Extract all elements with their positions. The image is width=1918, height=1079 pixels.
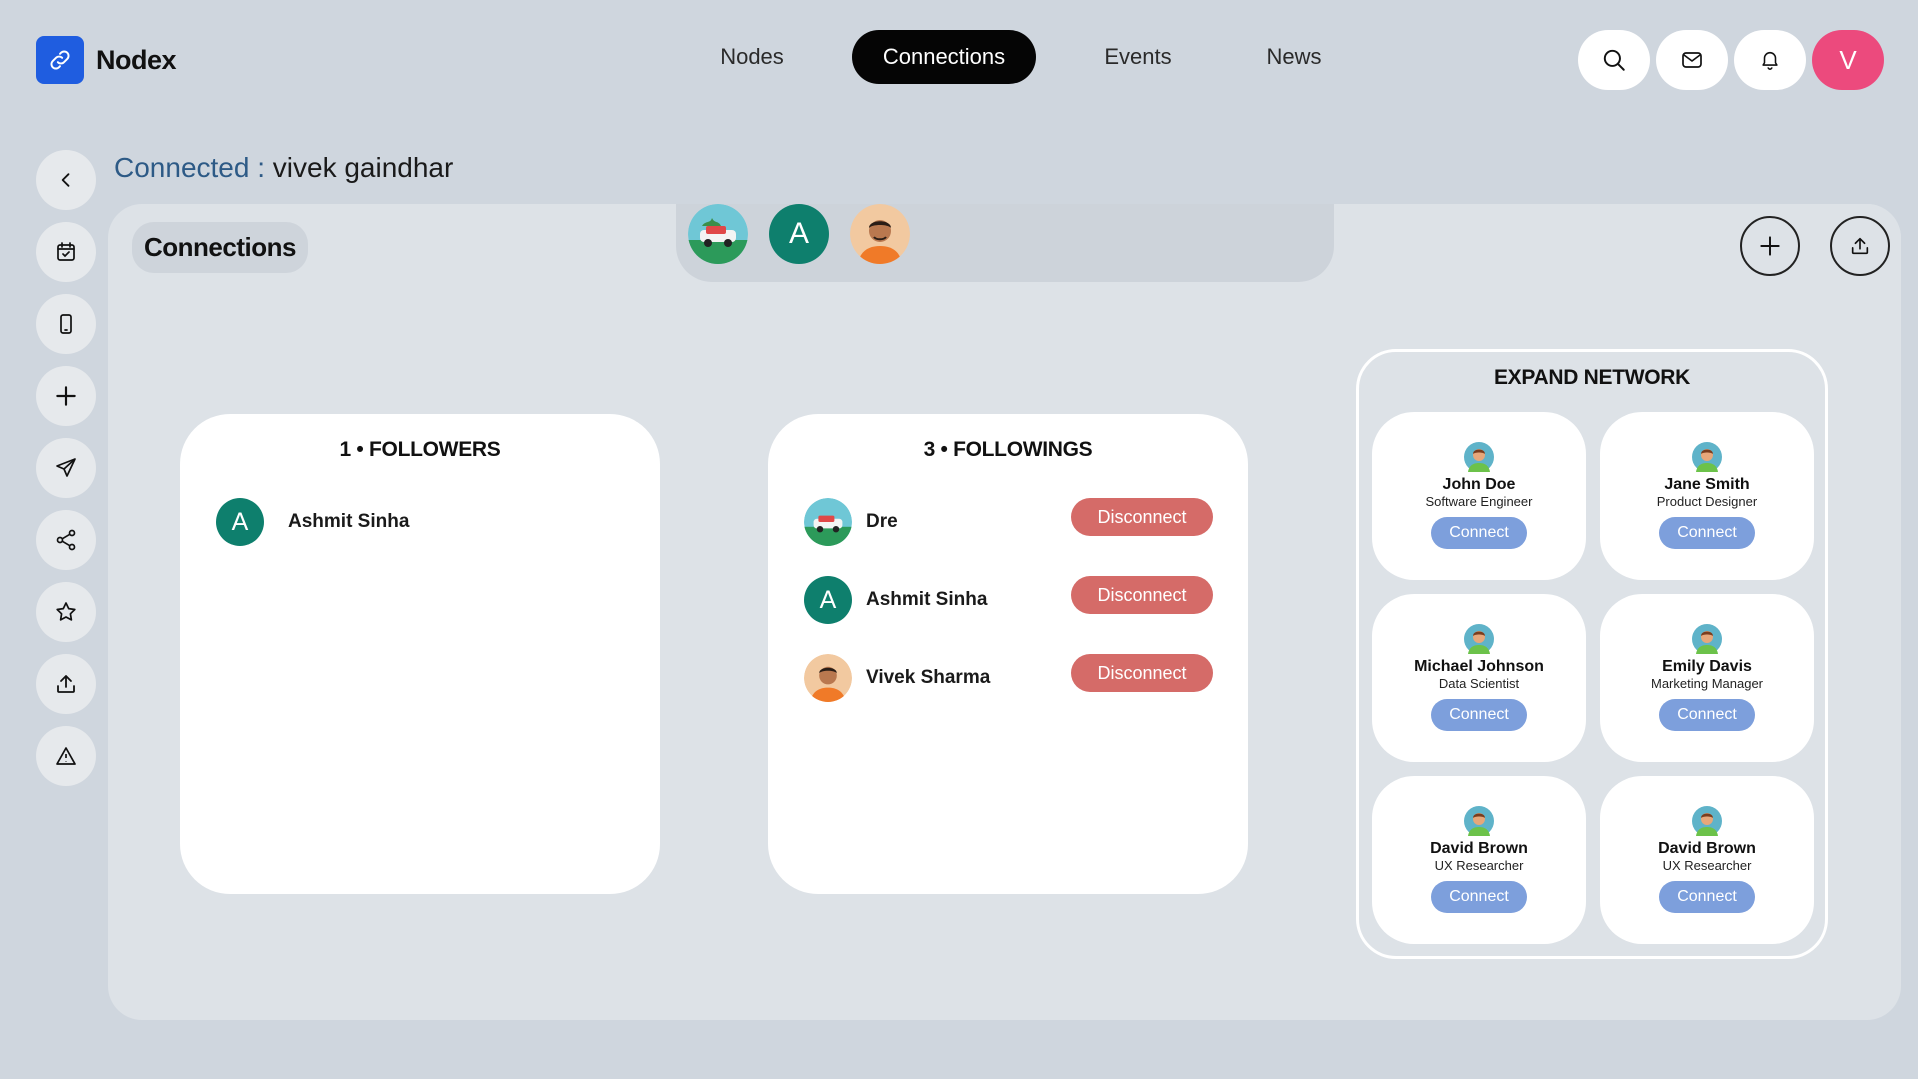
followers-card: 1 • FOLLOWERS A Ashmit Sinha bbox=[180, 414, 660, 894]
share-button[interactable] bbox=[36, 510, 96, 570]
suggestion-name: Jane Smith bbox=[1664, 476, 1750, 493]
mail-icon bbox=[1682, 52, 1702, 68]
connect-button[interactable]: Connect bbox=[1659, 881, 1755, 913]
connection-avatar-letter[interactable]: A bbox=[769, 204, 829, 264]
upload-button[interactable] bbox=[36, 654, 96, 714]
user-face-icon bbox=[1692, 442, 1722, 472]
user-face-icon bbox=[1692, 806, 1722, 836]
plus-icon bbox=[1760, 236, 1780, 256]
following-avatar-car bbox=[804, 498, 852, 546]
follower-name: Ashmit Sinha bbox=[288, 511, 410, 532]
disconnect-button[interactable]: Disconnect bbox=[1071, 576, 1213, 614]
send-icon bbox=[56, 458, 76, 477]
connection-avatar-car[interactable] bbox=[688, 204, 748, 264]
device-button[interactable] bbox=[36, 294, 96, 354]
suggestion-card: Michael Johnson Data Scientist Connect bbox=[1372, 594, 1586, 762]
suggestion-card: Emily Davis Marketing Manager Connect bbox=[1600, 594, 1814, 762]
suggestion-role: Software Engineer bbox=[1425, 494, 1533, 509]
connect-button[interactable]: Connect bbox=[1659, 517, 1755, 549]
following-name: Vivek Sharma bbox=[866, 667, 991, 688]
nav-connections[interactable]: Connections bbox=[852, 30, 1036, 84]
suggestion-card: Jane Smith Product Designer Connect bbox=[1600, 412, 1814, 580]
connect-button[interactable]: Connect bbox=[1431, 881, 1527, 913]
upload-icon bbox=[57, 675, 75, 693]
nav-nodes[interactable]: Nodes bbox=[690, 30, 814, 84]
page-title: Connected : vivek gaindhar bbox=[114, 152, 453, 184]
search-icon bbox=[1603, 49, 1625, 71]
app-name: Nodex bbox=[96, 44, 177, 75]
page-title-user: vivek gaindhar bbox=[272, 152, 454, 183]
favorite-button[interactable] bbox=[36, 582, 96, 642]
suggestion-name: John Doe bbox=[1442, 476, 1516, 493]
following-row[interactable]: Dre bbox=[804, 498, 898, 546]
followings-title: 3 • FOLLOWINGS bbox=[923, 438, 1093, 461]
following-avatar-letter: A bbox=[804, 576, 852, 624]
star-icon bbox=[56, 602, 76, 621]
nav-events[interactable]: Events bbox=[1076, 30, 1200, 84]
share-icon bbox=[56, 529, 76, 551]
followers-title: 1 • FOLLOWERS bbox=[339, 438, 501, 461]
user-face-icon bbox=[1692, 624, 1722, 654]
suggestion-role: UX Researcher bbox=[1434, 858, 1524, 873]
disconnect-button[interactable]: Disconnect bbox=[1071, 654, 1213, 692]
link-icon bbox=[36, 36, 84, 84]
following-name: Dre bbox=[866, 511, 898, 532]
app-logo[interactable]: Nodex bbox=[36, 36, 177, 84]
header-actions: V bbox=[1578, 30, 1884, 90]
follower-row[interactable]: A Ashmit Sinha bbox=[216, 498, 409, 546]
suggestion-name: Emily Davis bbox=[1662, 658, 1752, 675]
add-button[interactable] bbox=[36, 366, 96, 426]
suggestion-card: David Brown UX Researcher Connect bbox=[1372, 776, 1586, 944]
page-title-label: Connected : bbox=[114, 152, 265, 183]
calendar-button[interactable] bbox=[36, 222, 96, 282]
following-row[interactable]: A Ashmit Sinha bbox=[804, 576, 987, 624]
sidebar bbox=[36, 150, 96, 786]
following-name: Ashmit Sinha bbox=[866, 589, 988, 610]
following-avatar-person bbox=[804, 654, 852, 702]
suggestion-role: Data Scientist bbox=[1438, 676, 1520, 691]
report-button[interactable] bbox=[36, 726, 96, 786]
suggestion-name: David Brown bbox=[1430, 840, 1528, 857]
phone-icon bbox=[60, 314, 72, 334]
suggestion-name: Michael Johnson bbox=[1414, 658, 1544, 675]
connect-button[interactable]: Connect bbox=[1431, 517, 1527, 549]
user-face-icon bbox=[1464, 806, 1494, 836]
notifications-button[interactable] bbox=[1734, 30, 1806, 90]
warning-icon bbox=[56, 747, 76, 765]
suggestion-card: John Doe Software Engineer Connect bbox=[1372, 412, 1586, 580]
back-button[interactable] bbox=[36, 150, 96, 210]
suggestion-card: David Brown UX Researcher Connect bbox=[1600, 776, 1814, 944]
panel-title: Connections bbox=[132, 222, 308, 273]
expand-network-panel: EXPAND NETWORK John Doe Software Enginee… bbox=[1356, 349, 1828, 959]
calendar-check-icon bbox=[57, 242, 75, 261]
user-face-icon bbox=[1464, 624, 1494, 654]
suggestion-name: David Brown bbox=[1658, 840, 1756, 857]
bell-icon bbox=[1762, 51, 1778, 70]
search-button[interactable] bbox=[1578, 30, 1650, 90]
messages-button[interactable] bbox=[1656, 30, 1728, 90]
expand-network-title: EXPAND NETWORK bbox=[1493, 366, 1691, 389]
panel-actions-strip bbox=[1294, 204, 1901, 282]
connection-avatar-person[interactable] bbox=[850, 204, 910, 264]
suggestion-role: Product Designer bbox=[1656, 494, 1758, 509]
user-avatar-button[interactable]: V bbox=[1812, 30, 1884, 90]
suggestion-role: UX Researcher bbox=[1662, 858, 1752, 873]
nav-news[interactable]: News bbox=[1232, 30, 1356, 84]
suggestion-role: Marketing Manager bbox=[1651, 676, 1763, 691]
disconnect-button[interactable]: Disconnect bbox=[1071, 498, 1213, 536]
send-button[interactable] bbox=[36, 438, 96, 498]
chevron-left-icon bbox=[61, 173, 70, 187]
add-connection-button[interactable] bbox=[1740, 216, 1800, 276]
user-face-icon bbox=[1464, 442, 1494, 472]
upload-icon bbox=[1851, 237, 1869, 255]
connect-button[interactable]: Connect bbox=[1431, 699, 1527, 731]
plus-icon bbox=[56, 386, 76, 406]
followings-card: 3 • FOLLOWINGS Dre Disconnect A Ashmit S… bbox=[768, 414, 1248, 894]
connect-button[interactable]: Connect bbox=[1659, 699, 1755, 731]
export-button[interactable] bbox=[1830, 216, 1890, 276]
following-row[interactable]: Vivek Sharma bbox=[804, 654, 990, 702]
follower-avatar: A bbox=[216, 498, 264, 546]
